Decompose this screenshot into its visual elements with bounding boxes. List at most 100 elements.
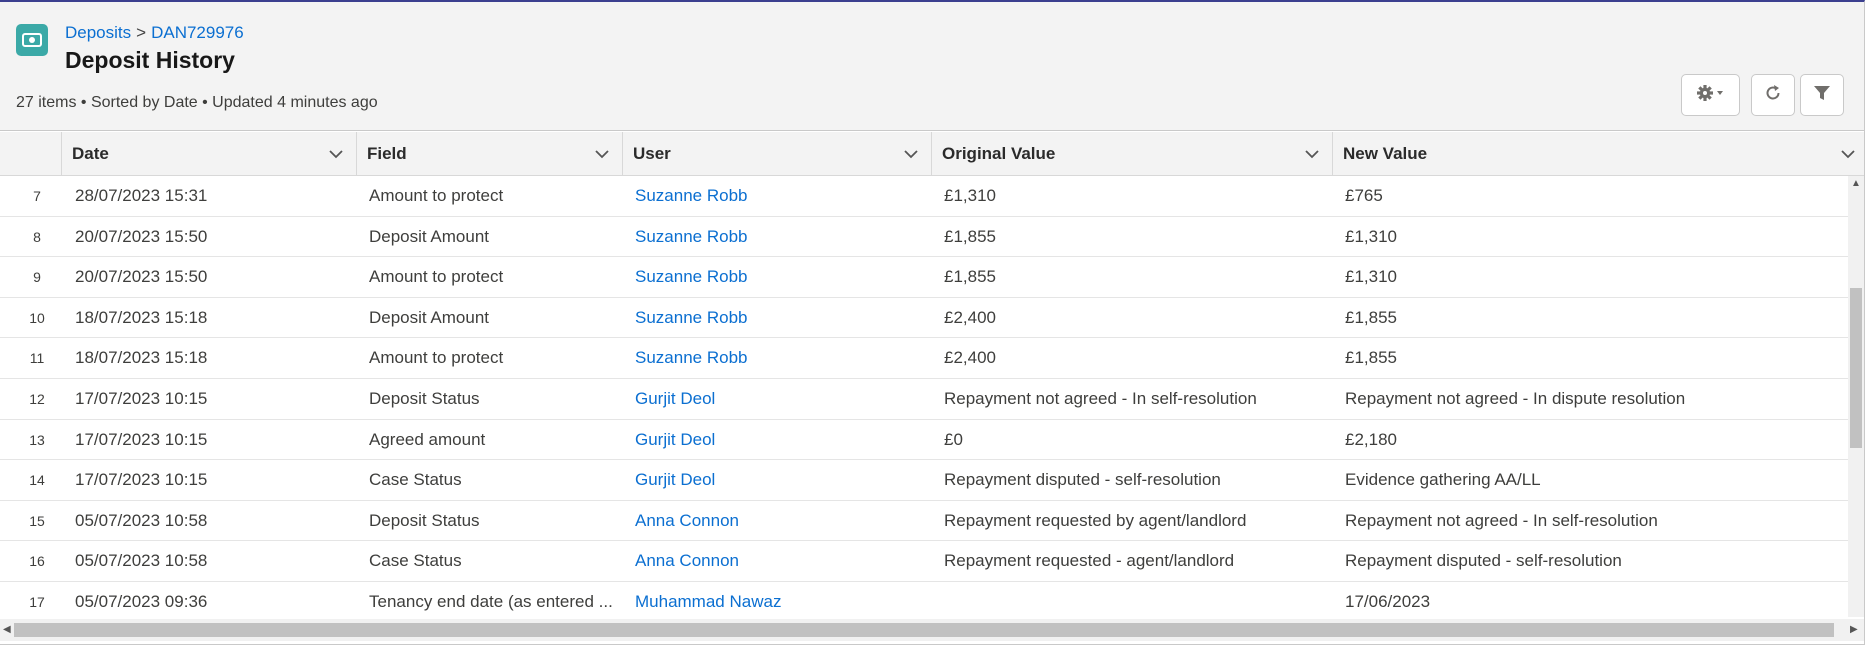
table-row: 16 05/07/2023 10:58 Case Status Anna Con…: [0, 541, 1848, 582]
chevron-down-icon[interactable]: [1840, 146, 1856, 167]
list-header: Deposits > DAN729976 Deposit History 27 it…: [0, 2, 1864, 131]
table-row: 9 20/07/2023 15:50 Amount to protect Suz…: [0, 257, 1848, 298]
breadcrumb-record-link[interactable]: DAN729976: [151, 23, 244, 42]
cell-original-value: £2,400: [944, 307, 996, 327]
column-label-original-value: Original Value: [942, 144, 1056, 163]
row-number: 12: [29, 391, 45, 407]
cell-field: Deposit Amount: [369, 226, 490, 246]
cell-original-value: £1,310: [944, 186, 996, 205]
chevron-down-icon[interactable]: [594, 146, 610, 167]
scroll-up-arrow-icon[interactable]: ▲: [1851, 178, 1861, 189]
cell-new-value: £765: [1345, 186, 1383, 205]
table-row: 17 05/07/2023 09:36 Tenancy end date (as…: [0, 582, 1848, 617]
user-link[interactable]: Gurjit Deol: [635, 420, 935, 460]
cell-original-value: Repayment requested by agent/landlord: [944, 510, 1247, 530]
vertical-scroll-thumb[interactable]: [1850, 288, 1862, 448]
row-number: 8: [33, 228, 41, 245]
cell-original-value: £1,855: [944, 226, 996, 246]
user-link[interactable]: Suzanne Robb: [635, 257, 935, 297]
table-row: 8 20/07/2023 15:50 Deposit Amount Suzann…: [0, 217, 1848, 258]
cell-date: 20/07/2023 15:50: [75, 226, 208, 246]
cell-date: 17/07/2023 10:15: [75, 470, 208, 490]
deposit-icon: [16, 24, 48, 56]
column-header-new-value[interactable]: New Value: [1333, 132, 1864, 176]
column-header-original-value[interactable]: Original Value: [932, 132, 1333, 176]
table-header: Date Field User Original Value New Value: [0, 132, 1864, 176]
column-label-field: Field: [367, 144, 407, 163]
table-row: 7 28/07/2023 15:31 Amount to protect Suz…: [0, 176, 1848, 217]
cell-new-value: Repayment not agreed - In dispute resolu…: [1345, 389, 1686, 408]
cell-new-value: Repayment disputed - self-resolution: [1345, 551, 1622, 571]
cell-new-value: Repayment not agreed - In self-resolutio…: [1345, 510, 1658, 530]
list-settings-button[interactable]: [1681, 74, 1740, 116]
cell-field: Deposit Status: [369, 389, 480, 408]
cell-date: 17/07/2023 10:15: [75, 429, 208, 449]
table-row: 13 17/07/2023 10:15 Agreed amount Gurjit…: [0, 420, 1848, 461]
cell-original-value: Repayment not agreed - In self-resolutio…: [944, 389, 1257, 408]
user-link[interactable]: Suzanne Robb: [635, 338, 935, 378]
vertical-scrollbar[interactable]: ▲: [1848, 176, 1864, 617]
user-link[interactable]: Gurjit Deol: [635, 460, 935, 500]
gear-icon: [1696, 84, 1726, 107]
breadcrumb-parent-link[interactable]: Deposits: [65, 23, 131, 42]
cell-field: Agreed amount: [369, 429, 486, 449]
row-number: 7: [33, 188, 41, 204]
table-row: 10 18/07/2023 15:18 Deposit Amount Suzan…: [0, 298, 1848, 339]
table-row: 14 17/07/2023 10:15 Case Status Gurjit D…: [0, 460, 1848, 501]
page-title: Deposit History: [65, 47, 235, 73]
user-link[interactable]: Suzanne Robb: [635, 217, 935, 257]
cell-date: 05/07/2023 09:36: [75, 592, 208, 611]
cell-field: Deposit Status: [369, 510, 480, 530]
scroll-right-arrow-icon[interactable]: ▶: [1850, 624, 1858, 635]
cell-date: 05/07/2023 10:58: [75, 551, 208, 571]
cell-date: 20/07/2023 15:50: [75, 267, 208, 287]
user-link[interactable]: Suzanne Robb: [635, 298, 935, 338]
column-label-date: Date: [72, 144, 109, 163]
row-number: 14: [29, 472, 45, 489]
row-number: 17: [29, 594, 45, 610]
cell-new-value: £2,180: [1345, 429, 1397, 449]
cell-new-value: £1,855: [1345, 307, 1397, 327]
cell-original-value: Repayment requested - agent/landlord: [944, 551, 1235, 571]
cell-field: Case Status: [369, 551, 462, 571]
cell-original-value: £2,400: [944, 348, 996, 368]
column-header-field[interactable]: Field: [357, 132, 623, 176]
user-link[interactable]: Gurjit Deol: [635, 379, 935, 419]
filter-icon: [1812, 83, 1832, 108]
column-header-date[interactable]: Date: [62, 132, 357, 176]
chevron-down-icon[interactable]: [1304, 146, 1320, 167]
table-body: 7 28/07/2023 15:31 Amount to protect Suz…: [0, 176, 1848, 617]
row-number: 10: [29, 309, 45, 326]
breadcrumb-separator: >: [136, 23, 147, 42]
cell-original-value: £1,855: [944, 267, 996, 287]
horizontal-scroll-thumb[interactable]: [14, 623, 1834, 637]
user-link[interactable]: Anna Connon: [635, 541, 935, 581]
row-number: 16: [29, 553, 45, 570]
horizontal-scrollbar[interactable]: ◀ ▶: [0, 619, 1864, 641]
table-row: 12 17/07/2023 10:15 Deposit Status Gurji…: [0, 379, 1848, 420]
chevron-down-icon[interactable]: [903, 146, 919, 167]
cell-original-value: Repayment disputed - self-resolution: [944, 470, 1221, 490]
cell-date: 28/07/2023 15:31: [75, 186, 208, 205]
chevron-down-icon[interactable]: [328, 146, 344, 167]
column-label-user: User: [633, 144, 671, 163]
scroll-left-arrow-icon[interactable]: ◀: [3, 624, 11, 635]
user-link[interactable]: Suzanne Robb: [635, 176, 935, 216]
user-link[interactable]: Muhammad Nawaz: [635, 582, 935, 617]
cell-new-value: £1,310: [1345, 226, 1397, 246]
cell-new-value: £1,310: [1345, 267, 1397, 287]
cell-field: Amount to protect: [369, 348, 504, 368]
row-number: 13: [29, 431, 45, 448]
column-header-user[interactable]: User: [623, 132, 932, 176]
cell-field: Tenancy end date (as entered ...: [369, 592, 613, 611]
cell-field: Case Status: [369, 470, 462, 490]
row-number: 15: [29, 512, 45, 529]
cell-date: 05/07/2023 10:58: [75, 510, 208, 530]
table-row: 11 18/07/2023 15:18 Amount to protect Su…: [0, 338, 1848, 379]
filter-button[interactable]: [1800, 74, 1844, 116]
cell-date: 17/07/2023 10:15: [75, 389, 208, 408]
refresh-button[interactable]: [1751, 74, 1795, 116]
cell-new-value: Evidence gathering AA/LL: [1345, 470, 1541, 490]
user-link[interactable]: Anna Connon: [635, 501, 935, 541]
breadcrumb: Deposits > DAN729976: [65, 23, 244, 43]
